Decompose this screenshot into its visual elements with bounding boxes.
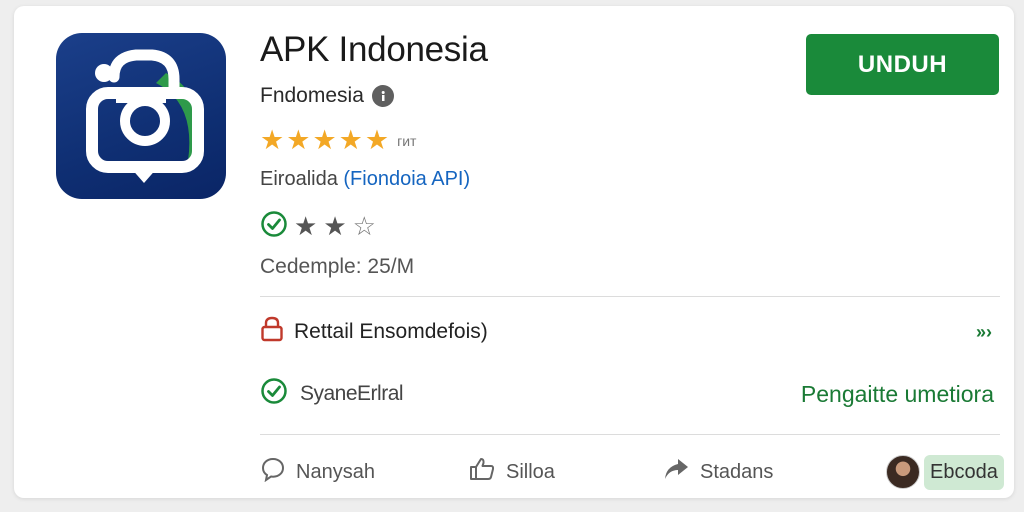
like-action[interactable]: Silloa: [468, 451, 555, 493]
avatar: [886, 455, 920, 489]
info-icon[interactable]: [371, 85, 394, 107]
app-icon: [56, 33, 226, 199]
size-info: Cedemple: 25/M: [260, 255, 415, 278]
star-icon: ★: [364, 125, 390, 155]
profile-chip: Ebcoda: [924, 454, 1004, 490]
star-icon: ★: [323, 211, 347, 241]
lock-icon: [260, 316, 284, 348]
star-icon: ★: [312, 125, 337, 155]
permissions-label: Rettail Ensomdefois): [294, 320, 488, 343]
category-prefix: Eiroalida: [260, 168, 338, 190]
developer-row[interactable]: Fndomesia: [260, 84, 394, 108]
star-icon: ★: [286, 125, 311, 155]
permissions-row[interactable]: Rettail Ensomdefois) »›: [260, 314, 1000, 350]
star-icon: ★: [338, 125, 363, 155]
star-icon: ★: [260, 125, 285, 155]
like-label: Silloa: [506, 460, 555, 483]
share-label: Stadans: [700, 460, 774, 483]
category-link[interactable]: (Fiondoia API): [343, 168, 470, 190]
star-icon: ★: [294, 211, 318, 241]
check-circle-icon: [260, 377, 288, 411]
developer-name[interactable]: Fndomesia: [260, 84, 364, 108]
secondary-rating: ★ ★ ☆: [260, 210, 376, 243]
profile-action[interactable]: Ebcoda: [886, 451, 1004, 493]
share-action[interactable]: Stadans: [662, 451, 773, 493]
rating-count: ᴦᴎᴛ: [397, 132, 417, 149]
check-circle-icon: [260, 210, 288, 243]
chevron-right-icon[interactable]: »›: [976, 322, 1000, 343]
app-card: APK Indonesia Fndomesia ★ ★ ★ ★ ★ ᴦᴎᴛ Ei…: [14, 6, 1014, 498]
safety-link[interactable]: Pengaitte umetiora: [801, 381, 1000, 408]
divider: [260, 296, 1000, 297]
category-row: Eiroalida (Fiondoia API): [260, 168, 470, 191]
thumbs-up-icon: [468, 456, 496, 488]
star-rating: ★ ★ ★ ★ ★ ᴦᴎᴛ: [260, 127, 416, 154]
comment-label: Nanysah: [296, 460, 375, 483]
comment-action[interactable]: Nanysah: [260, 451, 375, 493]
action-bar: Nanysah Silloa Stadans Ebcoda: [260, 451, 1004, 493]
speech-bubble-icon: [260, 456, 286, 488]
safety-row: SyaneErlral Pengaitte umetiora: [260, 376, 1000, 412]
divider: [260, 434, 1000, 435]
star-outline-icon: ☆: [352, 211, 376, 241]
download-button[interactable]: UNDUH: [806, 34, 999, 95]
share-arrow-icon: [662, 456, 690, 488]
app-title: APK Indonesia: [260, 30, 488, 69]
safety-label: SyaneErlral: [300, 382, 404, 405]
